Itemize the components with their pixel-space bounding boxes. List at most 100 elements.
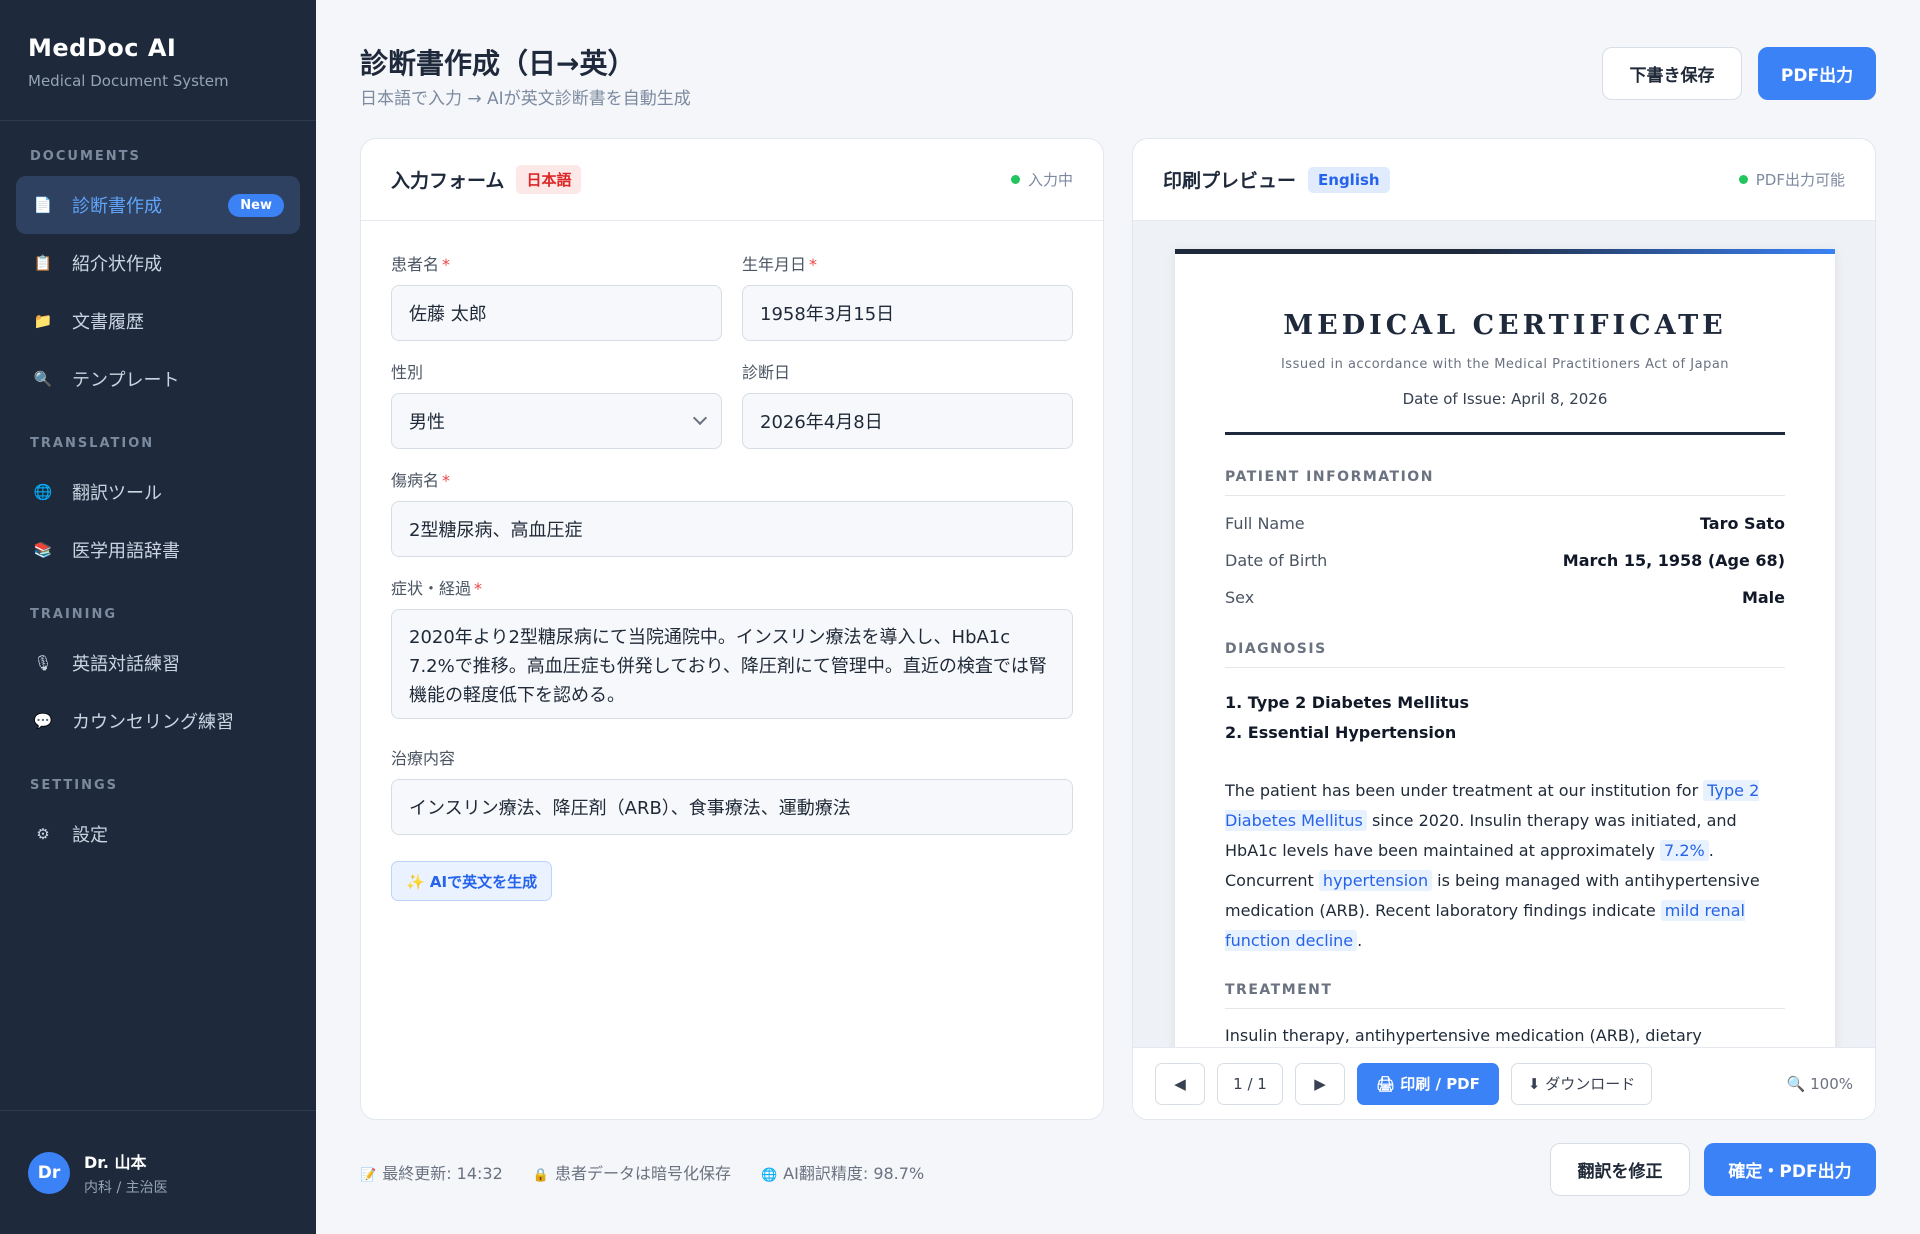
info-row-dob: Date of Birth March 15, 1958 (Age 68) bbox=[1225, 551, 1785, 570]
sidebar-item-history[interactable]: 📁 文書履歴 bbox=[16, 292, 300, 350]
document-icon: 📄 bbox=[33, 196, 53, 214]
section-documents: DOCUMENTS bbox=[30, 149, 141, 164]
symptoms-label: 症状・経過 * bbox=[391, 579, 483, 598]
ai-generate-button[interactable]: ✨ AIで英文を生成 bbox=[391, 861, 553, 901]
footer-info: 📝 最終更新: 14:32 🔒 患者データは暗号化保存 🌐 AI翻訳精度: 98.7% bbox=[360, 1160, 924, 1184]
pdf-export-button[interactable]: PDF出力 bbox=[1758, 47, 1876, 100]
print-pdf-button[interactable]: 🖨 印刷 / PDF bbox=[1357, 1062, 1499, 1105]
brand: MedDoc AI Medical Document System bbox=[0, 0, 316, 121]
search-icon: 🔍 bbox=[33, 370, 53, 388]
form-header: 入力フォーム 日本語 入力中 bbox=[361, 139, 1103, 221]
sidebar-item-translate-tool[interactable]: 🌐 翻訳ツール bbox=[16, 463, 300, 521]
clipboard-icon: 📋 bbox=[33, 254, 53, 272]
sidebar-item-conversation[interactable]: 🎙 英語対話練習 bbox=[16, 634, 300, 692]
translation-accuracy: 🌐 AI翻訳精度: 98.7% bbox=[760, 1164, 925, 1183]
avatar: Dr bbox=[28, 1151, 70, 1194]
status-dot-icon bbox=[1738, 175, 1748, 184]
chevron-down-icon bbox=[692, 410, 708, 426]
highlight-term[interactable]: 7.2% bbox=[1660, 840, 1709, 861]
sidebar-item-template[interactable]: 🔍 テンプレート bbox=[16, 350, 300, 408]
info-row-name: Full Name Taro Sato bbox=[1225, 514, 1785, 533]
sidebar: MedDoc AI Medical Document System DOCUME… bbox=[0, 0, 316, 1234]
save-draft-button[interactable]: 下書き保存 bbox=[1602, 47, 1742, 100]
lock-icon: 🔒 bbox=[532, 1168, 549, 1183]
gear-icon: ⚙ bbox=[36, 825, 50, 843]
treatment-label: 治療内容 bbox=[391, 749, 456, 768]
confirm-pdf-button[interactable]: 確定・PDF出力 bbox=[1704, 1143, 1876, 1196]
diagnosis-date-label: 診断日 bbox=[742, 363, 791, 382]
encryption-note: 🔒 患者データは暗号化保存 bbox=[532, 1164, 731, 1183]
patient-name-field[interactable]: 佐藤 太郎 bbox=[391, 285, 722, 341]
page-indicator: 1 / 1 bbox=[1217, 1062, 1283, 1105]
last-updated: 📝 最終更新: 14:32 bbox=[360, 1164, 503, 1183]
new-badge: New bbox=[228, 193, 284, 217]
symptoms-textarea[interactable]: 2020年より2型糖尿病にて当院通院中。インスリン療法を導入し、HbA1c 7.… bbox=[391, 609, 1073, 719]
page-subtitle: 日本語で入力 → AIが英文診断書を自動生成 bbox=[360, 89, 691, 109]
print-preview-panel: 印刷プレビュー English PDF出力可能 MEDICAL CERTIFIC… bbox=[1132, 138, 1876, 1120]
sex-select[interactable]: 男性 bbox=[391, 393, 722, 449]
language-badge: 日本語 bbox=[516, 165, 582, 194]
sidebar-item-dictionary[interactable]: 📚 医学用語辞書 bbox=[16, 521, 300, 579]
download-button[interactable]: ⬇ ダウンロード bbox=[1510, 1062, 1653, 1105]
disease-label: 傷病名 * bbox=[391, 471, 451, 490]
treatment-paragraph: Insulin therapy, antihypertensive medica… bbox=[1225, 1026, 1702, 1045]
app-title: MedDoc AI bbox=[28, 34, 177, 62]
diagnosis-item: 2. Essential Hypertension bbox=[1225, 723, 1457, 742]
globe-icon: 🌐 bbox=[33, 483, 53, 501]
triangle-left-icon: ◀ bbox=[1174, 1074, 1186, 1093]
section-translation: TRANSLATION bbox=[30, 436, 155, 451]
treatment-field[interactable]: インスリン療法、降圧剤（ARB）、食事療法、運動療法 bbox=[391, 779, 1073, 835]
user-profile[interactable]: Dr Dr. 山本 内科 / 主治医 bbox=[0, 1110, 316, 1234]
user-role: 内科 / 主治医 bbox=[84, 1179, 168, 1196]
certificate-subtitle: Issued in accordance with the Medical Pr… bbox=[1280, 357, 1730, 372]
certificate-date: Date of Issue: April 8, 2026 bbox=[1402, 390, 1608, 408]
form-title: 入力フォーム bbox=[391, 170, 505, 192]
sidebar-item-counseling[interactable]: 💬 カウンセリング練習 bbox=[16, 692, 300, 750]
user-name: Dr. 山本 bbox=[84, 1152, 147, 1172]
memo-icon: 📝 bbox=[360, 1168, 377, 1183]
certificate-title: MEDICAL CERTIFICATE bbox=[1283, 310, 1727, 341]
diagnosis-heading: DIAGNOSIS bbox=[1225, 641, 1785, 668]
form-status: 入力中 bbox=[1010, 169, 1073, 190]
input-form-panel: 入力フォーム 日本語 入力中 患者名 * 佐藤 太郎 生年月日 * 1958年3月1… bbox=[360, 138, 1104, 1120]
info-row-sex: Sex Male bbox=[1225, 588, 1785, 607]
dob-field[interactable]: 1958年3月15日 bbox=[742, 285, 1073, 341]
prev-page-button[interactable]: ◀ bbox=[1155, 1062, 1205, 1105]
treatment-heading: TREATMENT bbox=[1225, 982, 1785, 1009]
triangle-right-icon: ▶ bbox=[1314, 1074, 1326, 1093]
section-settings: SETTINGS bbox=[30, 778, 119, 793]
diagnosis-date-field[interactable]: 2026年4月8日 bbox=[742, 393, 1073, 449]
diagnosis-list: 1. Type 2 Diabetes Mellitus 2. Essential… bbox=[1225, 688, 1785, 748]
fix-translation-button[interactable]: 翻訳を修正 bbox=[1550, 1143, 1690, 1196]
divider bbox=[1225, 432, 1785, 435]
zoom-level[interactable]: 🔍 100% bbox=[1787, 1075, 1853, 1093]
patient-name-label: 患者名 * bbox=[391, 255, 451, 274]
sidebar-item-create-certificate[interactable]: 📄 診断書作成 New bbox=[16, 176, 300, 234]
page-title: 診断書作成（日→英） bbox=[360, 47, 636, 80]
sidebar-item-referral[interactable]: 📋 紹介状作成 bbox=[16, 234, 300, 292]
next-page-button[interactable]: ▶ bbox=[1295, 1062, 1345, 1105]
dob-label: 生年月日 * bbox=[742, 255, 818, 274]
form-body: 患者名 * 佐藤 太郎 生年月日 * 1958年3月15日 性別 男性 診断日 20… bbox=[361, 221, 1103, 901]
sex-label: 性別 bbox=[391, 363, 424, 382]
section-training: TRAINING bbox=[30, 607, 118, 622]
preview-header: 印刷プレビュー English PDF出力可能 bbox=[1133, 139, 1875, 221]
status-dot-icon bbox=[1010, 175, 1020, 184]
diagnosis-item: 1. Type 2 Diabetes Mellitus bbox=[1225, 693, 1470, 712]
app-subtitle: Medical Document System bbox=[28, 72, 229, 90]
preview-title: 印刷プレビュー bbox=[1163, 170, 1297, 192]
chat-bubble-icon: 💬 bbox=[33, 712, 53, 730]
preview-status: PDF出力可能 bbox=[1738, 169, 1845, 190]
patient-info-heading: PATIENT INFORMATION bbox=[1225, 469, 1785, 496]
globe-icon: 🌐 bbox=[760, 1168, 778, 1183]
folder-icon: 📁 bbox=[33, 312, 53, 330]
diagnosis-paragraph: The patient has been under treatment at … bbox=[1225, 780, 1760, 951]
preview-toolbar: ◀ 1 / 1 ▶ 🖨 印刷 / PDF ⬇ ダウンロード 🔍 100% bbox=[1133, 1047, 1875, 1119]
certificate-page: MEDICAL CERTIFICATE Issued in accordance… bbox=[1175, 249, 1835, 1047]
disease-field[interactable]: 2型糖尿病、高血圧症 bbox=[391, 501, 1073, 557]
books-icon: 📚 bbox=[33, 541, 53, 559]
highlight-term[interactable]: hypertension bbox=[1318, 870, 1433, 891]
language-badge: English bbox=[1308, 166, 1390, 193]
sidebar-item-settings[interactable]: ⚙ 設定 bbox=[16, 805, 300, 863]
preview-canvas[interactable]: MEDICAL CERTIFICATE Issued in accordance… bbox=[1133, 221, 1875, 1047]
